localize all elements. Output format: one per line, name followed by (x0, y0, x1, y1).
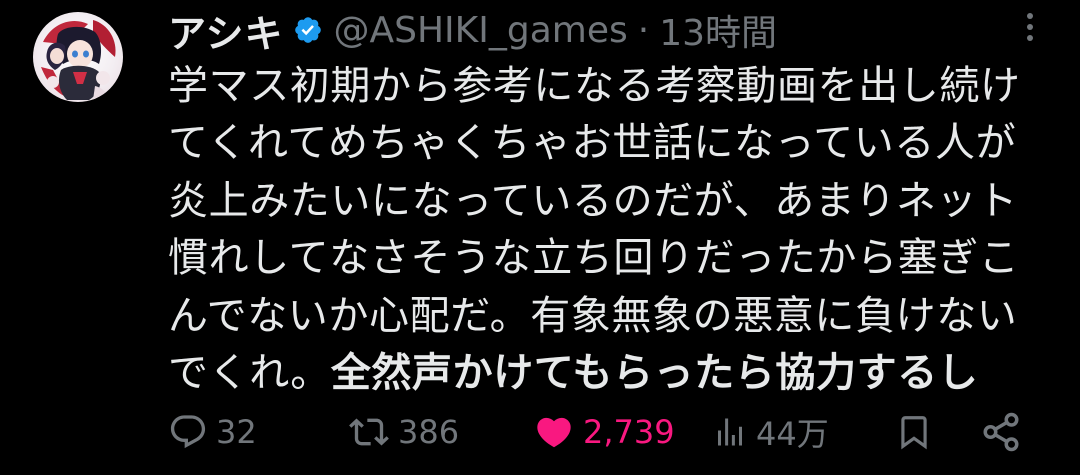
tweet-text-last-line: でくれ。全然声かけてもらったら協力するし (168, 345, 1048, 402)
handle[interactable]: @ASHIKI_games (333, 10, 627, 51)
reply-icon (170, 415, 206, 449)
tweet-text: 学マス初期から参考になる考察動画を出し続け てくれてめちゃくちゃお世話になってい… (168, 58, 1048, 402)
tweet-text-line: 慣れしてなさそうな立ち回りだったから塞ぎこ (168, 235, 1020, 282)
tweet[interactable]: アシキ @ASHIKI_games · 13時間 学マス初期から参考になる考察動… (0, 0, 1080, 475)
verified-badge-icon (293, 15, 323, 45)
action-bar: 32 386 2,739 44万 (0, 404, 1080, 460)
tweet-text-line: んでないか心配だ。有象無象の悪意に負けない (168, 292, 1018, 339)
reply-count: 32 (216, 413, 257, 451)
reply-button[interactable]: 32 (168, 404, 257, 460)
bookmark-icon (901, 416, 927, 450)
retweet-icon (349, 418, 389, 446)
avatar-illustration (41, 20, 116, 100)
tweet-text-line: てくれてめちゃくちゃお世話になっている人が (168, 120, 1017, 167)
more-options-icon[interactable] (1018, 10, 1042, 44)
views-chart-icon (718, 418, 742, 446)
retweet-button[interactable]: 386 (348, 404, 459, 460)
like-count: 2,739 (583, 413, 675, 451)
tweet-text-line: 学マス初期から参考になる考察動画を出し続け (168, 63, 1021, 109)
bookmark-button[interactable] (895, 404, 933, 460)
like-button[interactable]: 2,739 (533, 404, 675, 460)
separator-dot: · (637, 9, 650, 51)
tweet-text-normal: でくれ。 (168, 350, 331, 397)
tweet-text-bold: 全然声かけてもらったら協力するし (330, 350, 979, 397)
timestamp[interactable]: 13時間 (659, 4, 777, 56)
display-name[interactable]: アシキ (168, 3, 283, 58)
views-button[interactable]: 44万 (712, 404, 829, 460)
views-count: 44万 (756, 415, 829, 453)
heart-icon (537, 417, 571, 448)
share-icon (983, 412, 1019, 452)
tweet-header: アシキ @ASHIKI_games · 13時間 (168, 4, 777, 56)
tweet-text-line: 炎上みたいになっているのだが、あまりネット (168, 177, 1018, 224)
avatar[interactable] (33, 12, 123, 102)
share-button[interactable] (980, 404, 1022, 460)
retweet-count: 386 (398, 413, 460, 451)
